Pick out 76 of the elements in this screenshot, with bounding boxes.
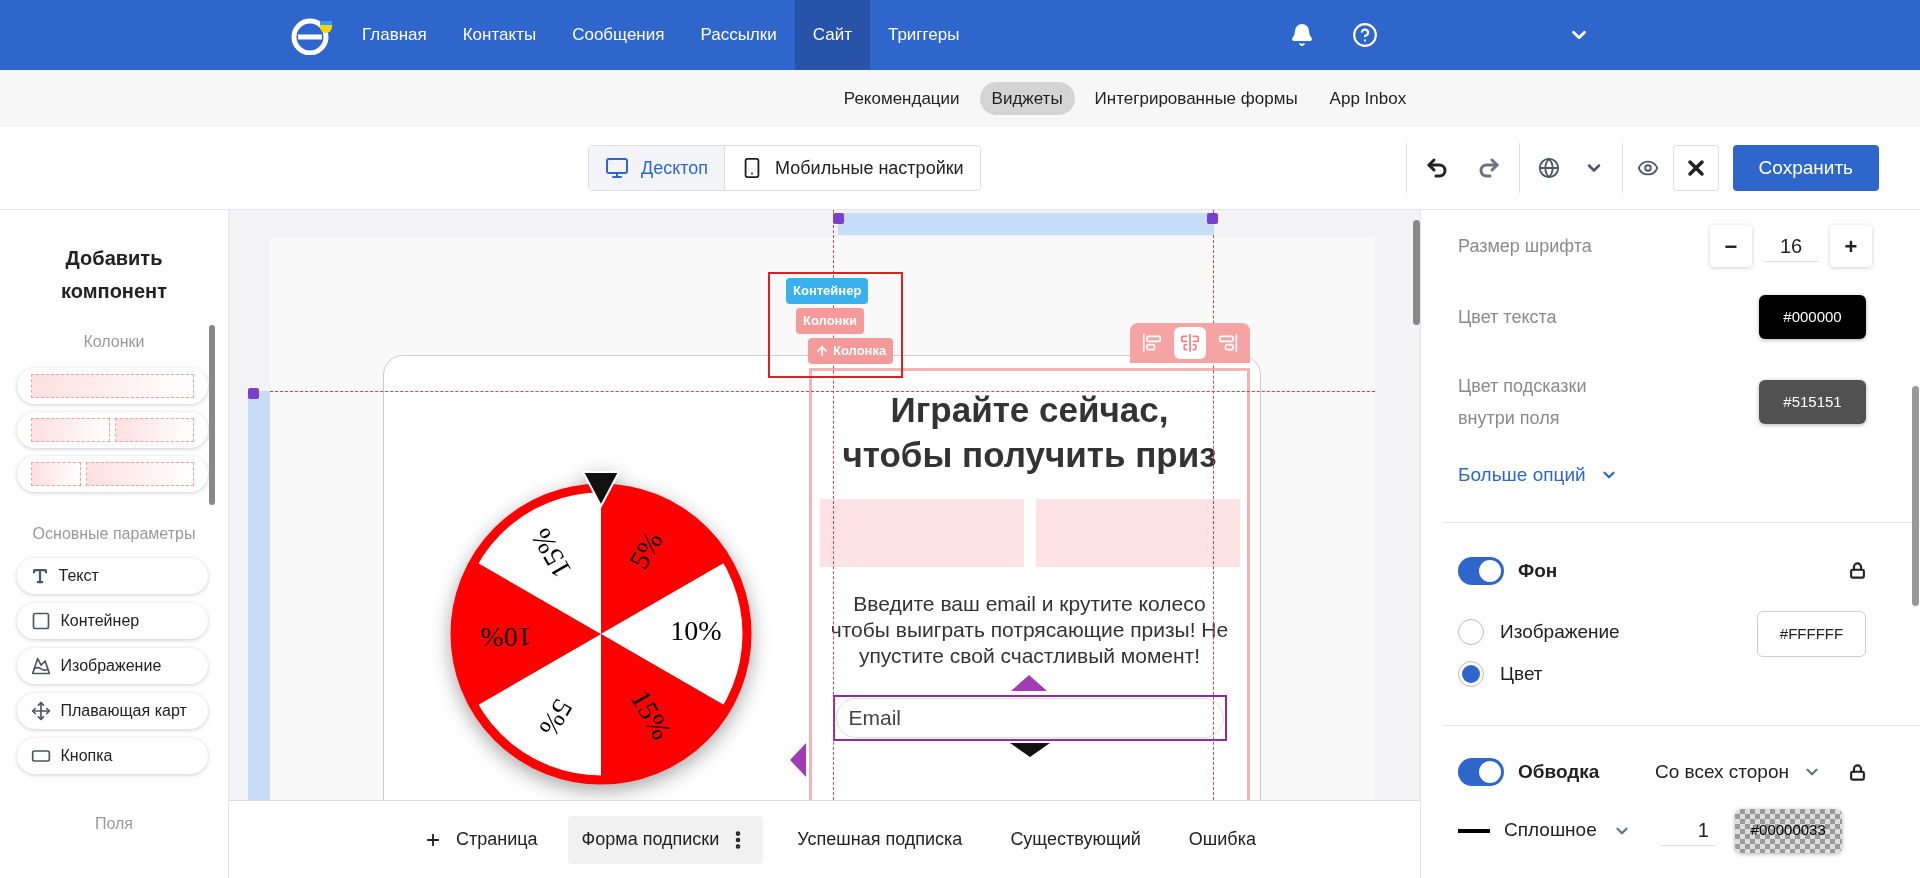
subnav-item[interactable]: App Inbox: [1317, 81, 1419, 116]
page-tab[interactable]: Существующий: [996, 815, 1155, 864]
sides-dropdown[interactable]: Со всех сторон: [1654, 758, 1821, 787]
component-item[interactable]: Плавающая карт: [16, 693, 208, 729]
nav-item[interactable]: Сайт: [794, 0, 870, 70]
move-icon: [30, 701, 51, 721]
nav-item[interactable]: Сообщения: [554, 0, 683, 70]
toggle-switch[interactable]: [1458, 556, 1504, 585]
radio-label: Цвет: [1500, 662, 1543, 686]
page-tab[interactable]: Форма подписки: [567, 815, 764, 864]
slice-label: 5%: [622, 526, 669, 575]
font-size-field[interactable]: 16: [1764, 230, 1818, 262]
monitor-icon: [605, 156, 629, 180]
section-title: Обводка: [1518, 760, 1601, 784]
resize-handle[interactable]: [833, 213, 844, 224]
handle-down-icon[interactable]: [1009, 743, 1050, 757]
slice-label: 10%: [479, 621, 532, 653]
align-center-icon: [1180, 333, 1200, 353]
handle-left-icon[interactable]: [790, 743, 806, 777]
increment-button[interactable]: +: [1830, 225, 1872, 267]
slice-label: 5%: [532, 693, 579, 742]
resize-handle[interactable]: [248, 388, 259, 399]
radio-label: Изображение: [1500, 619, 1620, 644]
lock-icon[interactable]: [1849, 763, 1866, 781]
nav-item[interactable]: Контакты: [444, 0, 555, 70]
align-left-icon: [1142, 333, 1162, 353]
color-swatch[interactable]: #000000: [1759, 295, 1866, 339]
more-options-link[interactable]: Больше опций: [1458, 461, 1618, 490]
color-swatch[interactable]: #00000033: [1734, 808, 1842, 853]
section-heading: Колонки: [83, 332, 145, 352]
device-tab[interactable]: Десктоп: [589, 146, 726, 190]
property-label: Цвет подсказки внутри поля: [1458, 375, 1588, 430]
nav-item[interactable]: Рассылки: [682, 0, 795, 70]
section-heading: Поля: [94, 814, 133, 834]
component-item[interactable]: Изображение: [16, 648, 208, 684]
redo-icon[interactable]: [1476, 156, 1501, 180]
help-icon[interactable]: [1352, 22, 1378, 48]
component-item[interactable]: Текст: [16, 558, 208, 594]
toggle-switch[interactable]: [1458, 758, 1504, 787]
handle-up-icon[interactable]: [1010, 675, 1047, 691]
decrement-button[interactable]: −: [1710, 225, 1752, 267]
square-icon: [30, 611, 51, 631]
globe-icon[interactable]: [1537, 157, 1560, 179]
add-page-button[interactable]: Страница: [414, 826, 548, 853]
device-tab[interactable]: Мобильные настройки: [725, 146, 980, 190]
subnav-item[interactable]: Интегрированные формы: [1082, 81, 1310, 116]
section-heading: Основные параметры: [32, 524, 196, 544]
text-icon: [30, 567, 49, 585]
save-button[interactable]: Сохранить: [1732, 145, 1879, 191]
close-button[interactable]: [1672, 145, 1719, 191]
align-right-icon: [1218, 333, 1238, 353]
nav-item[interactable]: Главная: [344, 0, 445, 70]
property-label: Размер шрифта: [1458, 234, 1593, 258]
color-field[interactable]: #FFFFFF: [1757, 611, 1866, 657]
subnav-item[interactable]: Рекомендации: [831, 81, 972, 116]
border-width-field[interactable]: 1: [1660, 815, 1715, 846]
component-item[interactable]: Контейнер: [16, 603, 208, 639]
page-tab[interactable]: Успешная подписка: [783, 815, 977, 864]
component-item[interactable]: Кнопка: [16, 738, 208, 774]
bell-icon[interactable]: [1290, 23, 1314, 47]
nav-item[interactable]: Триггеры: [869, 0, 978, 70]
subnav-item[interactable]: Виджеты: [979, 81, 1075, 116]
image-icon: [30, 656, 51, 676]
resize-handle[interactable]: [1207, 213, 1218, 224]
align-button[interactable]: [1174, 327, 1206, 359]
section-title: Фон: [1518, 558, 1559, 583]
property-label: Цвет текста: [1458, 305, 1558, 329]
form-description: Введите ваш email и крутите колесо чтобы выиграть потрясающие призы! Не упустите свой счастливый момент!: [829, 591, 1230, 669]
sidebar-title: Добавить компонент: [60, 246, 168, 304]
slice-label: 10%: [669, 615, 722, 647]
line-style-dropdown[interactable]: Сплошное: [1504, 816, 1631, 845]
color-swatch[interactable]: #515151: [1759, 380, 1866, 424]
lock-icon[interactable]: [1849, 562, 1866, 580]
email-field[interactable]: Email: [835, 698, 1224, 738]
form-title: Играйте сейчас, чтобы получить приз: [842, 389, 1217, 476]
page-tab[interactable]: Ошибка: [1174, 815, 1270, 864]
